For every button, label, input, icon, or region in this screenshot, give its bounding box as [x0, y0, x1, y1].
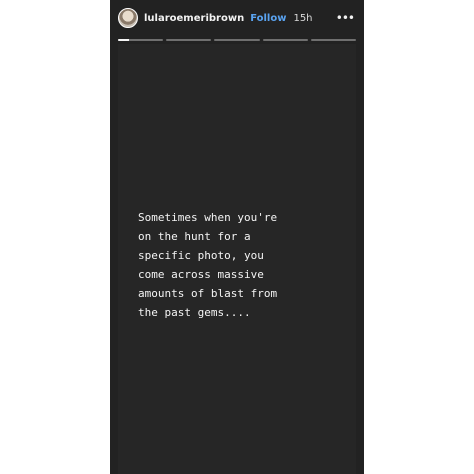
profile-avatar[interactable]	[118, 8, 138, 28]
story-timestamp: 15h	[293, 12, 313, 24]
progress-segment-fill	[118, 39, 130, 41]
story-caption: Sometimes when you're on the hunt for a …	[138, 211, 278, 319]
progress-segment	[214, 39, 260, 41]
story-viewer[interactable]: lularoemeribrown Follow 15h ••• Sometime…	[110, 0, 364, 474]
progress-segment	[118, 39, 164, 41]
progress-segment	[262, 39, 308, 41]
story-header: lularoemeribrown Follow 15h •••	[118, 6, 356, 30]
progress-segment	[310, 39, 357, 41]
follow-button[interactable]: Follow	[250, 13, 286, 24]
more-options-icon[interactable]: •••	[336, 11, 356, 25]
progress-segment	[166, 39, 212, 41]
username[interactable]: lularoemeribrown	[144, 13, 244, 24]
story-progress-bar	[118, 39, 357, 41]
